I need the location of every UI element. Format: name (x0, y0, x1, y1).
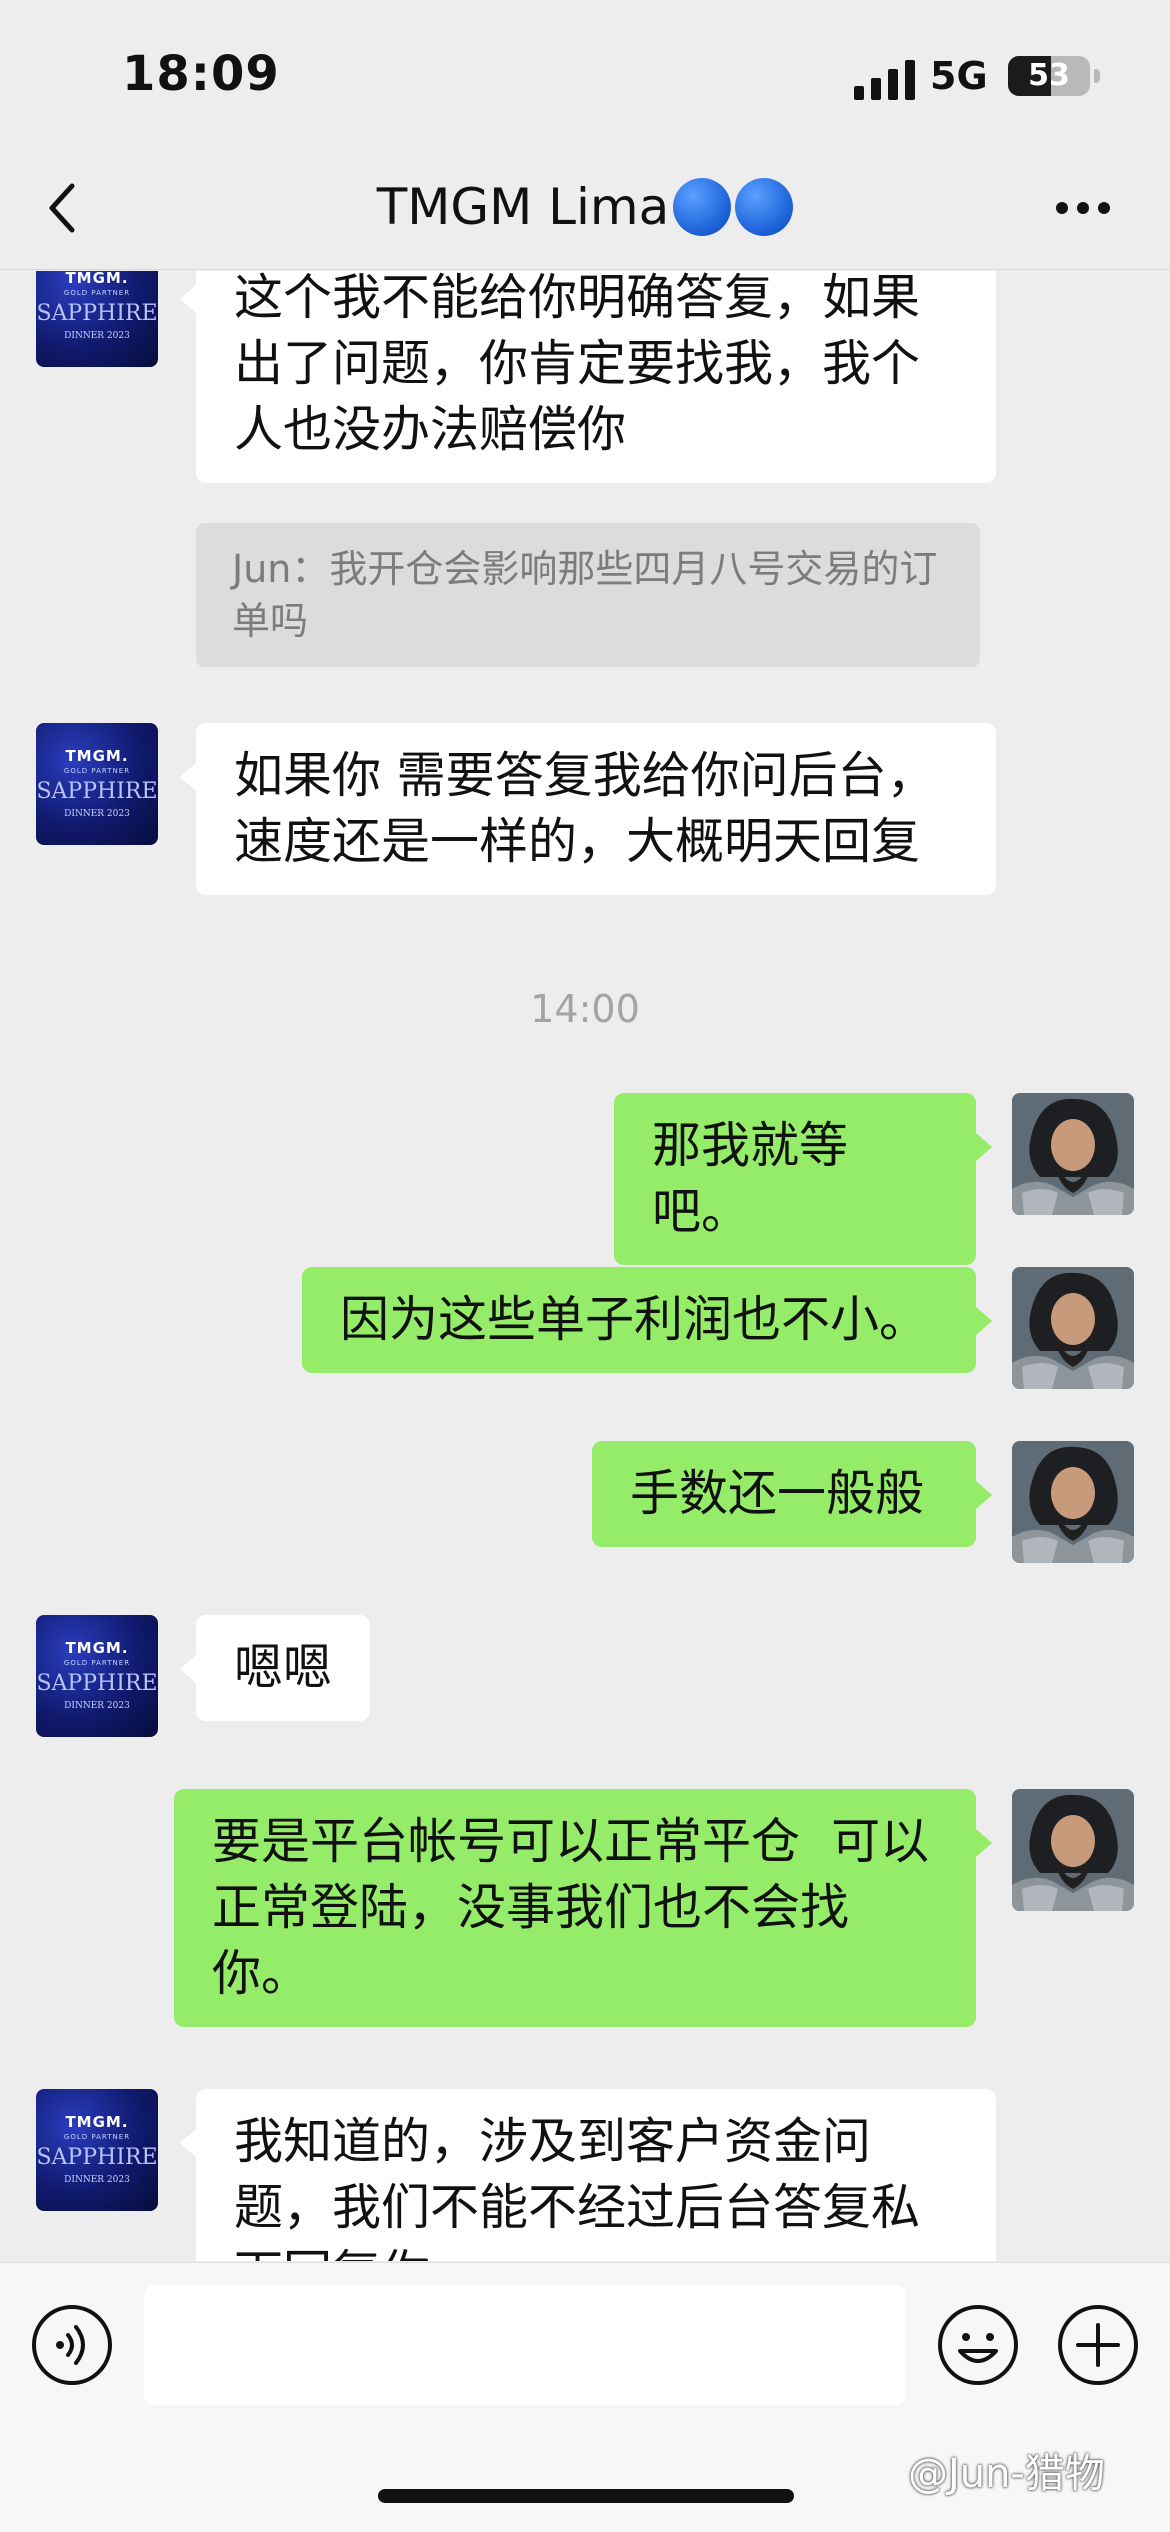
user-avatar[interactable] (1012, 1267, 1134, 1389)
avatar-sub: GOLD PARTNER (63, 767, 131, 775)
message-bubble[interactable]: 我知道的，涉及到客户资金问题，我们不能不经过后台答复私下回复你。 (180, 2089, 996, 2261)
avatar-brand: TMGM. (65, 2113, 129, 2131)
voice-icon[interactable] (30, 2303, 114, 2387)
battery-icon: 53 (1008, 56, 1090, 96)
battery-nub (1094, 69, 1100, 83)
emoji-icon[interactable] (936, 2303, 1020, 2387)
user-avatar[interactable] (1012, 1441, 1134, 1563)
user-avatar-portrait (1012, 1789, 1134, 1911)
contact-avatar[interactable]: TMGM. GOLD PARTNER SAPPHIRE DINNER 2023 (36, 723, 158, 845)
chat-area[interactable]: TMGM. GOLD PARTNER SAPPHIRE DINNER 2023 … (0, 271, 1170, 2261)
watermark: @Jun-猎物 (908, 2451, 1105, 2497)
avatar-sub: GOLD PARTNER (63, 289, 131, 297)
user-avatar[interactable] (1012, 1093, 1134, 1215)
status-time: 18:09 (122, 46, 280, 102)
message-input[interactable] (144, 2285, 906, 2405)
plus-icon[interactable] (1056, 2303, 1140, 2387)
blue-circle-emoji-icon (735, 178, 794, 236)
contact-avatar[interactable]: TMGM. GOLD PARTNER SAPPHIRE DINNER 2023 (36, 271, 158, 367)
user-avatar-portrait (1012, 1093, 1134, 1215)
network-label: 5G (930, 54, 988, 98)
message-bubble[interactable]: 嗯嗯 (180, 1615, 370, 1721)
blue-circle-emoji-icon (673, 178, 732, 236)
chat-title: TMGM Lima (0, 178, 1170, 236)
more-horizontal-icon[interactable] (1054, 200, 1112, 216)
avatar-brand: TMGM. (65, 747, 129, 765)
message-bubble[interactable]: 要是平台帐号可以正常平仓 可以正常登陆，没事我们也不会找你。 (174, 1789, 992, 2027)
avatar-main: SAPPHIRE (36, 2145, 158, 2170)
signal-icon (854, 60, 915, 100)
avatar-foot: DINNER 2023 (64, 331, 130, 341)
avatar-main: SAPPHIRE (36, 779, 158, 804)
avatar-foot: DINNER 2023 (64, 809, 130, 819)
battery-label: 53 (1028, 58, 1070, 93)
status-bar: 18:09 5G 53 (0, 0, 1170, 150)
contact-avatar[interactable]: TMGM. GOLD PARTNER SAPPHIRE DINNER 2023 (36, 1615, 158, 1737)
avatar-sub: GOLD PARTNER (63, 2133, 131, 2141)
message-bubble[interactable]: 如果你 需要答复我给你问后台，速度还是一样的，大概明天回复 (180, 723, 996, 895)
message-bubble[interactable]: 因为这些单子利润也不小。 (302, 1267, 992, 1373)
avatar-sub: GOLD PARTNER (63, 1659, 131, 1667)
user-avatar-portrait (1012, 1441, 1134, 1563)
timestamp: 14:00 (530, 987, 640, 1031)
nav-bar: TMGM Lima (0, 150, 1170, 270)
user-avatar-portrait (1012, 1267, 1134, 1389)
input-bar: @Jun-猎物 (0, 2262, 1170, 2532)
home-indicator[interactable] (378, 2489, 794, 2503)
quoted-message[interactable]: Jun：我开仓会影响那些四月八号交易的订单吗 (196, 523, 980, 667)
avatar-foot: DINNER 2023 (64, 1701, 130, 1711)
avatar-brand: TMGM. (65, 1639, 129, 1657)
contact-avatar[interactable]: TMGM. GOLD PARTNER SAPPHIRE DINNER 2023 (36, 2089, 158, 2211)
user-avatar[interactable] (1012, 1789, 1134, 1911)
message-bubble[interactable]: 这个我不能给你明确答复，如果出了问题，你肯定要找我，我个人也没办法赔偿你 (180, 271, 996, 483)
chat-title-text: TMGM Lima (376, 178, 670, 236)
avatar-main: SAPPHIRE (36, 301, 158, 326)
message-bubble[interactable]: 那我就等吧。 (614, 1093, 992, 1265)
message-bubble[interactable]: 手数还一般般 (592, 1441, 992, 1547)
avatar-brand: TMGM. (65, 271, 129, 287)
avatar-main: SAPPHIRE (36, 1671, 158, 1696)
avatar-foot: DINNER 2023 (64, 2175, 130, 2185)
wechat-chat-screen: 18:09 5G 53 TMGM Lima TMGM. GOLD PARTNER… (0, 0, 1170, 2532)
